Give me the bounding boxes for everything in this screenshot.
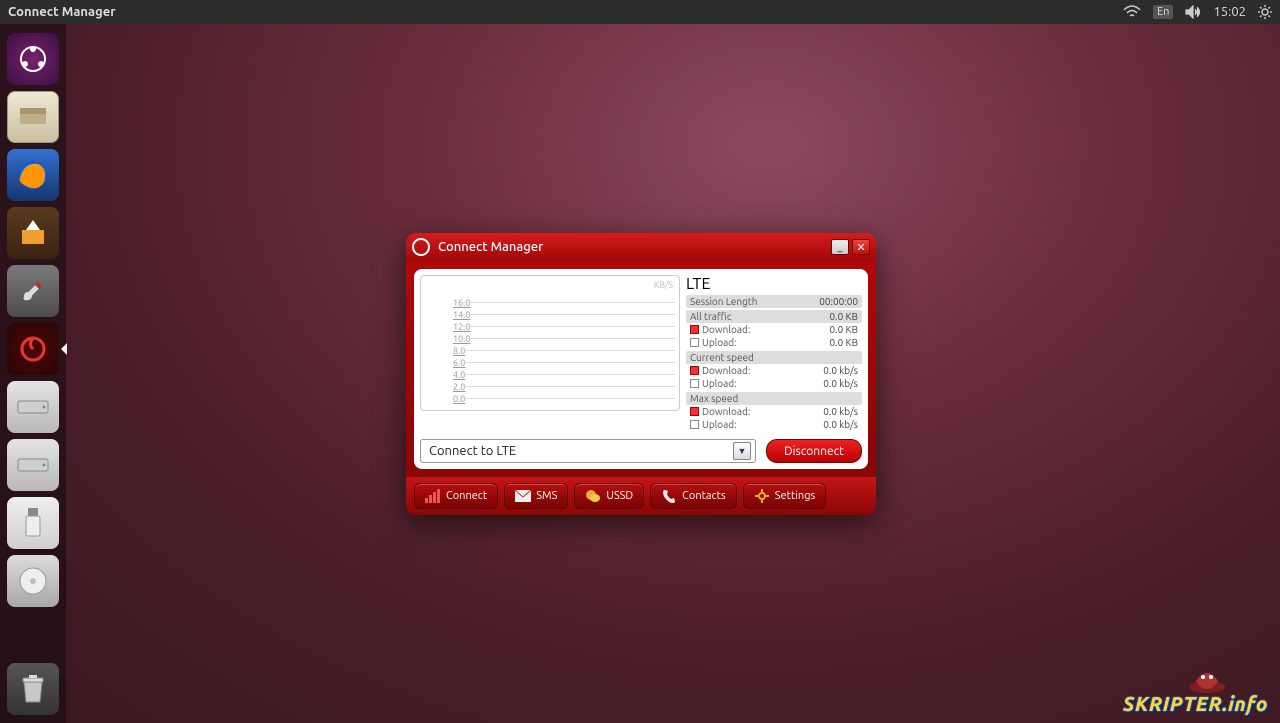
disconnect-button[interactable]: Disconnect <box>766 439 862 463</box>
coins-icon <box>585 489 601 503</box>
network-mode-badge: LTE <box>686 275 710 293</box>
mascot-icon <box>1184 661 1230 695</box>
connection-select-value: Connect to LTE <box>429 444 733 458</box>
cur-upload-value: 0.0 kb/s <box>823 378 858 389</box>
tab-sms[interactable]: SMS <box>504 483 568 509</box>
all-traffic-value: 0.0 KB <box>830 311 858 322</box>
sound-indicator-icon[interactable] <box>1185 5 1201 19</box>
app-logo-icon <box>412 238 430 256</box>
all-traffic-label: All traffic <box>690 311 830 322</box>
window-titlebar[interactable]: Connect Manager _ ✕ <box>406 233 876 261</box>
session-length-label: Session Length <box>690 296 819 307</box>
launcher <box>0 24 66 723</box>
max-speed-header: Max speed <box>690 393 858 404</box>
stats-panel: Session Length 00:00:00 All traffic 0.0 … <box>686 295 862 431</box>
tab-contacts[interactable]: Contacts <box>650 483 737 509</box>
connect-manager-window: Connect Manager _ ✕ KB/S 16.0 14.0 12.0 … <box>406 233 876 515</box>
tab-ussd[interactable]: USSD <box>574 483 644 509</box>
cur-upload-checkbox[interactable] <box>690 379 699 388</box>
upload-checkbox[interactable] <box>690 338 699 347</box>
top-panel: Connect Manager En 15:02 <box>0 0 1280 24</box>
launcher-files-icon[interactable] <box>7 91 59 143</box>
watermark-text: SKRIPTER.info <box>1123 692 1268 715</box>
traffic-upload-value: 0.0 KB <box>830 337 858 348</box>
launcher-dash-icon[interactable] <box>7 33 59 85</box>
phone-icon <box>661 489 677 503</box>
window-title: Connect Manager <box>438 240 543 254</box>
launcher-settings-icon[interactable] <box>7 265 59 317</box>
cur-download-checkbox[interactable] <box>690 366 699 375</box>
session-length-value: 00:00:00 <box>819 296 858 307</box>
connection-select[interactable]: Connect to LTE ▼ <box>420 439 756 463</box>
throughput-chart: KB/S 16.0 14.0 12.0 10.0 8.0 6.0 4.0 2.0… <box>420 275 680 411</box>
traffic-download-value: 0.0 KB <box>830 324 858 335</box>
panel-active-app-title: Connect Manager <box>8 5 116 19</box>
chart-unit: KB/S <box>654 280 673 290</box>
system-menu-icon[interactable] <box>1258 5 1272 19</box>
signal-bars-icon <box>425 489 441 503</box>
launcher-optical-drive-icon[interactable] <box>7 555 59 607</box>
launcher-software-center-icon[interactable] <box>7 207 59 259</box>
max-download-value: 0.0 kb/s <box>823 406 858 417</box>
launcher-trash-icon[interactable] <box>7 663 59 715</box>
download-checkbox[interactable] <box>690 325 699 334</box>
max-upload-value: 0.0 kb/s <box>823 419 858 430</box>
launcher-firefox-icon[interactable] <box>7 149 59 201</box>
chevron-down-icon: ▼ <box>733 442 751 460</box>
clock[interactable]: 15:02 <box>1213 5 1246 19</box>
launcher-drive-1-icon[interactable] <box>7 381 59 433</box>
keyboard-layout-indicator[interactable]: En <box>1153 5 1173 19</box>
tab-settings[interactable]: Settings <box>743 483 827 509</box>
launcher-drive-2-icon[interactable] <box>7 439 59 491</box>
cur-download-value: 0.0 kb/s <box>823 365 858 376</box>
tab-connect[interactable]: Connect <box>414 483 498 509</box>
gear-icon <box>754 489 770 503</box>
network-indicator-icon[interactable] <box>1123 5 1141 19</box>
max-download-checkbox[interactable] <box>690 407 699 416</box>
launcher-usb-drive-icon[interactable] <box>7 497 59 549</box>
minimize-button[interactable]: _ <box>831 239 849 255</box>
current-speed-header: Current speed <box>690 352 858 363</box>
bottom-toolbar: Connect SMS USSD Contacts Settings <box>406 477 876 515</box>
envelope-icon <box>515 489 531 503</box>
max-upload-checkbox[interactable] <box>690 420 699 429</box>
launcher-connect-manager-icon[interactable] <box>7 323 59 375</box>
close-button[interactable]: ✕ <box>852 239 870 255</box>
